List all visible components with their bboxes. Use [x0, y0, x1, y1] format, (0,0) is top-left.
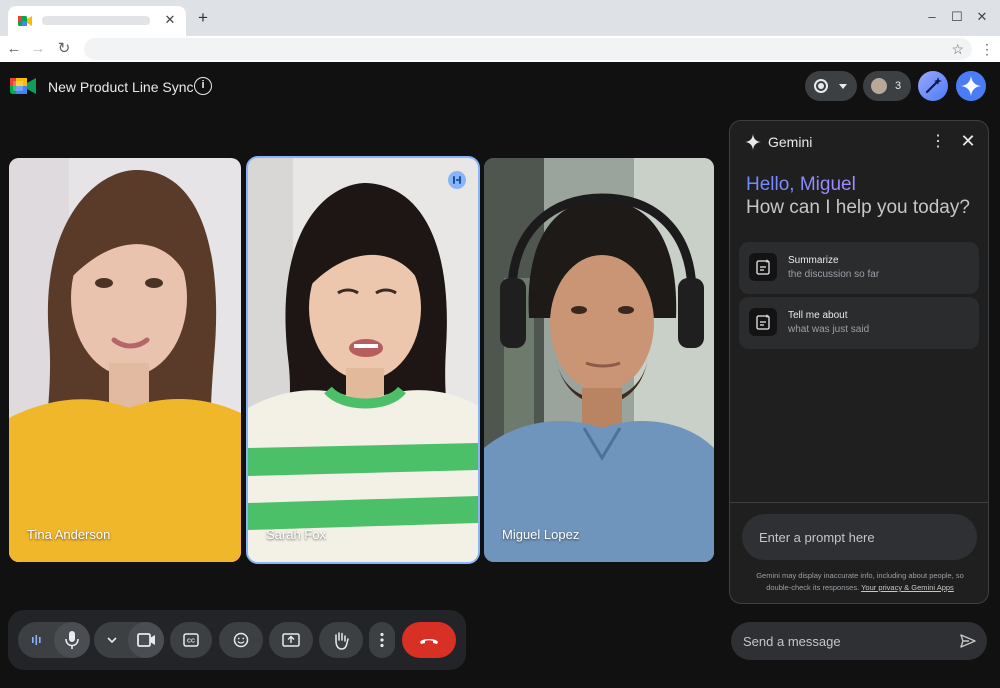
meet-app: New Product Line Sync i 3 Tina Anderson …: [0, 62, 1000, 688]
record-icon: [814, 79, 828, 93]
participant-name: Sarah Fox: [266, 527, 326, 542]
more-vert-icon: [380, 632, 384, 648]
participant-name: Miguel Lopez: [502, 527, 580, 542]
browser-toolbar: ← → ↻ ☆ ⋮: [0, 36, 1000, 62]
browser-tab[interactable]: ✕: [8, 6, 186, 36]
raise-hand-button[interactable]: [319, 622, 363, 658]
suggestion-summarize[interactable]: Summarize the discussion so far: [739, 242, 979, 294]
present-icon: [282, 633, 300, 647]
gemini-greeting: Hello, Miguel: [746, 174, 856, 195]
more-vert-icon[interactable]: ⋮: [930, 132, 946, 152]
svg-text:CC: CC: [187, 639, 195, 645]
audio-button-group: [18, 622, 90, 658]
participant-video: [248, 158, 478, 562]
chat-message-input[interactable]: [731, 622, 987, 660]
participant-tile[interactable]: Tina Anderson: [9, 158, 241, 562]
gemini-disclaimer: Gemini may display inaccurate info, incl…: [744, 570, 976, 594]
gemini-sparkle-icon: [961, 76, 981, 96]
participant-name: Tina Anderson: [27, 527, 111, 542]
camera-button[interactable]: [128, 622, 164, 658]
meet-favicon-icon: [18, 16, 32, 26]
browser-menu-icon[interactable]: ⋮: [980, 39, 994, 59]
divider: [730, 502, 988, 503]
suggestion-title: Tell me about: [788, 310, 848, 321]
notes-sparkle-icon: [749, 253, 777, 281]
gemini-button[interactable]: [956, 71, 986, 101]
close-icon[interactable]: ✕: [958, 131, 978, 151]
end-call-icon: [420, 639, 438, 644]
suggestion-subtitle: what was just said: [788, 324, 870, 335]
participant-tile-active[interactable]: Sarah Fox: [246, 156, 480, 564]
emoji-icon: [233, 632, 249, 648]
bookmark-star-icon[interactable]: ☆: [951, 40, 964, 58]
captions-icon: CC: [183, 633, 199, 647]
minimize-icon[interactable]: –: [923, 8, 941, 26]
emoji-button[interactable]: [219, 622, 263, 658]
browser-tab-bar: ✕ + – ☐ ✕: [0, 0, 1000, 36]
recording-button[interactable]: [805, 71, 857, 101]
new-tab-button[interactable]: +: [195, 9, 211, 26]
people-icon: [869, 76, 889, 96]
notes-sparkle-icon: [749, 308, 777, 336]
gemini-title: Gemini: [768, 134, 813, 150]
wand-icon: [925, 77, 942, 94]
call-controls: CC: [8, 610, 466, 670]
end-call-button[interactable]: [402, 622, 456, 658]
present-button[interactable]: [269, 622, 313, 658]
gemini-sparkle-icon: [745, 134, 761, 150]
suggestion-tell-me-about[interactable]: Tell me about what was just said: [739, 297, 979, 349]
camera-icon: [137, 633, 155, 647]
mic-button[interactable]: [54, 622, 90, 658]
participant-video: [484, 158, 714, 562]
participant-video: [9, 158, 241, 562]
people-button[interactable]: 3: [863, 71, 911, 101]
gemini-subtitle: How can I help you today?: [746, 197, 970, 218]
info-icon[interactable]: i: [194, 77, 212, 95]
window-close-icon[interactable]: ✕: [973, 8, 991, 26]
mic-icon: [65, 631, 79, 649]
meet-logo-icon: [10, 78, 36, 94]
privacy-link[interactable]: Your privacy & Gemini Apps: [861, 583, 954, 592]
hand-raise-icon: [335, 632, 349, 650]
reload-icon[interactable]: ↻: [54, 39, 74, 59]
back-icon[interactable]: ←: [4, 39, 24, 59]
suggestion-subtitle: the discussion so far: [788, 269, 880, 280]
participant-tile[interactable]: Miguel Lopez: [484, 158, 714, 562]
tab-title-placeholder: [42, 16, 150, 25]
captions-button[interactable]: CC: [170, 622, 212, 658]
suggestion-title: Summarize: [788, 255, 839, 266]
address-bar[interactable]: ☆: [84, 38, 972, 60]
gemini-panel: Gemini ⋮ ✕ Hello, Miguel How can I help …: [729, 120, 989, 604]
meeting-title: New Product Line Sync: [48, 79, 194, 95]
forward-icon[interactable]: →: [28, 39, 48, 59]
take-notes-button[interactable]: [918, 71, 948, 101]
speaking-indicator-icon: [448, 171, 466, 189]
gemini-prompt-input[interactable]: [742, 514, 977, 560]
maximize-icon[interactable]: ☐: [948, 8, 966, 26]
tab-close-icon[interactable]: ✕: [162, 12, 178, 28]
chevron-down-icon: [839, 84, 847, 89]
participant-count: 3: [895, 80, 902, 92]
send-icon[interactable]: [958, 631, 978, 651]
more-options-button[interactable]: [369, 622, 395, 658]
video-button-group: [94, 622, 164, 658]
